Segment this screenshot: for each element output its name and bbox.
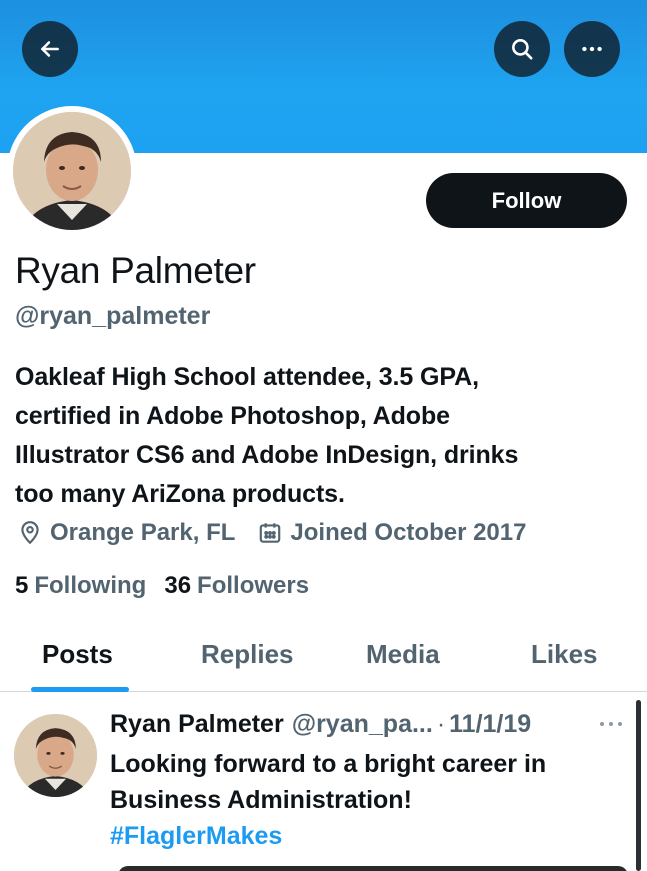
following-label: Following xyxy=(34,572,147,599)
location-text: Orange Park, FL xyxy=(50,519,236,546)
post-text-line: Looking forward to a bright career in xyxy=(110,750,547,778)
tab-media[interactable]: Media xyxy=(366,639,440,670)
profile-bio: Oakleaf High School attendee, 3.5 GPA, c… xyxy=(15,358,635,514)
joined-item: Joined October 2017 xyxy=(257,519,526,547)
arrow-left-icon xyxy=(41,41,59,57)
post-avatar-photo xyxy=(14,714,97,797)
profile-avatar-frame[interactable] xyxy=(7,106,137,236)
more-horizontal-icon xyxy=(582,46,602,52)
post-date[interactable]: 11/1/19 xyxy=(449,710,531,739)
post-media-preview[interactable] xyxy=(118,866,628,871)
back-button[interactable] xyxy=(22,21,78,77)
profile-tabs: Posts Replies Media Likes xyxy=(0,625,647,692)
post-header: Ryan Palmeter @ryan_pa... · 11/1/19 xyxy=(110,710,531,739)
bio-line: too many AriZona products. xyxy=(15,480,345,508)
bio-line: Oakleaf High School attendee, 3.5 GPA, xyxy=(15,363,479,391)
profile-display-name: Ryan Palmeter xyxy=(15,250,256,291)
joined-text: Joined October 2017 xyxy=(290,519,527,546)
search-icon xyxy=(512,39,533,60)
followers-label: Followers xyxy=(197,572,310,599)
tab-likes[interactable]: Likes xyxy=(531,639,598,670)
post-text: Looking forward to a bright career in Bu… xyxy=(110,746,630,854)
post-item[interactable]: Ryan Palmeter @ryan_pa... · 11/1/19 Look… xyxy=(0,692,647,871)
following-count: 5 xyxy=(15,572,29,599)
followers-link[interactable]: 36 Followers xyxy=(164,572,309,600)
profile-meta: Orange Park, FL Joined October 2017 xyxy=(17,519,548,547)
bio-line: Illustrator CS6 and Adobe InDesign, drin… xyxy=(15,441,519,469)
post-author-name[interactable]: Ryan Palmeter xyxy=(110,710,284,739)
search-button[interactable] xyxy=(494,21,550,77)
avatar-photo xyxy=(13,112,131,230)
post-more-icon[interactable] xyxy=(597,714,625,734)
scrollbar[interactable] xyxy=(636,700,641,871)
profile-handle: @ryan_palmeter xyxy=(15,302,211,330)
follow-button[interactable]: Follow xyxy=(426,173,627,228)
post-author-handle[interactable]: @ryan_pa... xyxy=(292,710,433,739)
post-hashtag[interactable]: #FlaglerMakes xyxy=(110,818,630,854)
more-options-button[interactable] xyxy=(564,21,620,77)
following-link[interactable]: 5 Following xyxy=(15,572,146,600)
tab-posts[interactable]: Posts xyxy=(42,639,113,670)
bio-line: certified in Adobe Photoshop, Adobe xyxy=(15,402,450,430)
location-pin-icon xyxy=(21,521,39,545)
tab-replies[interactable]: Replies xyxy=(201,639,294,670)
location-item: Orange Park, FL xyxy=(17,519,235,547)
profile-avatar[interactable] xyxy=(13,112,131,230)
followers-count: 36 xyxy=(164,572,192,599)
follow-stats: 5 Following 36 Followers xyxy=(15,572,327,600)
post-separator: · xyxy=(436,710,446,738)
post-avatar[interactable] xyxy=(14,714,97,797)
calendar-icon xyxy=(260,523,281,543)
post-text-line: Business Administration! xyxy=(110,786,412,814)
